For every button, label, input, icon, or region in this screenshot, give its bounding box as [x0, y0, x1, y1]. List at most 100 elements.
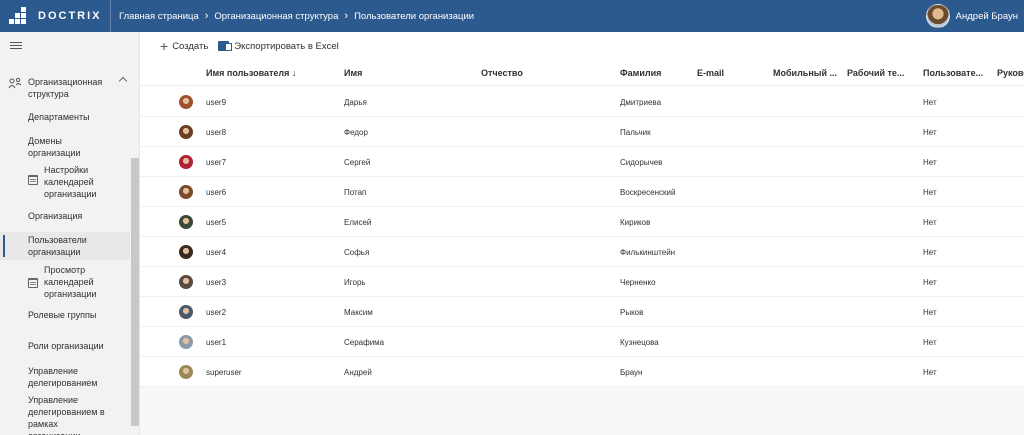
cell-user-flag: Нет [923, 188, 937, 197]
cell-username: user9 [206, 98, 227, 107]
cell-last-name: Кузнецова [620, 338, 659, 347]
cell-user-flag: Нет [923, 128, 937, 137]
breadcrumb-org-users: Пользователи организации [354, 10, 475, 22]
cell-user-flag: Нет [923, 158, 937, 167]
user-menu[interactable]: Андрей Браун [925, 4, 1018, 28]
cell-last-name: Кириков [620, 218, 651, 227]
hamburger-menu-icon[interactable] [10, 42, 22, 50]
sidebar-item-calendar-view[interactable]: Просмотр календарей организации [44, 264, 126, 300]
cell-first-name: Дарья [344, 98, 367, 107]
cell-user-flag: Нет [923, 98, 937, 107]
table-row[interactable]: user2 Максим Рыков Нет [140, 297, 1024, 327]
table-row[interactable]: user5 Елисей Кириков Нет [140, 207, 1024, 237]
column-header-user-flag[interactable]: Пользовате... [923, 68, 983, 78]
calendar-settings-icon [28, 175, 38, 185]
sidebar-item-delegation[interactable]: Управление делегированием [28, 365, 110, 389]
sidebar-group-org-structure[interactable]: Организационная структура [8, 76, 128, 100]
cell-username: user8 [206, 128, 227, 137]
cell-username: user7 [206, 158, 227, 167]
breadcrumb-home[interactable]: Главная страница [119, 11, 199, 22]
cell-username: user4 [206, 248, 227, 257]
cell-username: user2 [206, 308, 227, 317]
breadcrumb: Главная страница › Организационная струк… [111, 10, 474, 22]
sidebar-item-delegation-org[interactable]: Управление делегированием в рамках орган… [28, 394, 112, 435]
column-header-work-phone[interactable]: Рабочий те... [847, 68, 904, 78]
cell-username: superuser [206, 368, 242, 377]
column-header-username[interactable]: Имя пользователя ↓ [206, 68, 296, 78]
column-header-manager[interactable]: Руково [997, 68, 1024, 78]
cell-user-flag: Нет [923, 368, 937, 377]
sidebar-item-role-groups[interactable]: Ролевые группы [28, 309, 128, 321]
cell-first-name: Сергей [344, 158, 371, 167]
table-row[interactable]: user4 Софья Филькинштейн Нет [140, 237, 1024, 267]
avatar [179, 215, 193, 229]
sidebar-item-domains[interactable]: Домены организации [28, 135, 98, 159]
cell-first-name: Максим [344, 308, 373, 317]
table-row[interactable]: user9 Дарья Дмитриева Нет [140, 87, 1024, 117]
cell-first-name: Софья [344, 248, 370, 257]
column-header-middle-name[interactable]: Отчество [481, 68, 523, 78]
cell-last-name: Браун [620, 368, 643, 377]
table-row[interactable]: user8 Федор Пальчик Нет [140, 117, 1024, 147]
export-excel-button[interactable]: Экспортировать в Excel [218, 40, 339, 52]
cell-last-name: Пальчик [620, 128, 651, 137]
sidebar-scrollbar[interactable] [131, 158, 139, 426]
cell-username: user1 [206, 338, 227, 347]
cell-first-name: Федор [344, 128, 368, 137]
cell-last-name: Воскресенский [620, 188, 676, 197]
chevron-right-icon: › [204, 10, 209, 22]
cell-first-name: Потап [344, 188, 367, 197]
sidebar-item-departments[interactable]: Департаменты [28, 111, 128, 123]
active-item-indicator [3, 235, 5, 257]
avatar[interactable] [925, 4, 950, 28]
table-row[interactable]: user1 Серафима Кузнецова Нет [140, 327, 1024, 357]
logo-text: DOCTRIX [38, 10, 102, 22]
breadcrumb-org-structure[interactable]: Организационная структура [214, 11, 338, 22]
sidebar-item-organization[interactable]: Организация [28, 210, 128, 222]
table-row[interactable]: superuser Андрей Браун Нет [140, 357, 1024, 387]
cell-last-name: Филькинштейн [620, 248, 676, 257]
sidebar-item-calendar-settings[interactable]: Настройки календарей организации [44, 164, 126, 200]
plus-icon: + [160, 38, 169, 54]
cell-last-name: Черненко [620, 278, 656, 287]
command-bar: + Создать Экспортировать в Excel [140, 32, 1024, 60]
sidebar-item-org-users[interactable]: Пользователи организации [28, 234, 108, 258]
chevron-up-icon[interactable] [118, 76, 128, 86]
avatar [179, 275, 193, 289]
cell-user-flag: Нет [923, 338, 937, 347]
top-bar: DOCTRIX Главная страница › Организационн… [0, 0, 1024, 32]
cell-last-name: Рыков [620, 308, 644, 317]
table-header: Имя пользователя ↓ Имя Отчество Фамилия … [140, 60, 1024, 86]
avatar [179, 185, 193, 199]
cell-user-flag: Нет [923, 278, 937, 287]
cell-username: user5 [206, 218, 227, 227]
cell-first-name: Андрей [344, 368, 372, 377]
cell-first-name: Игорь [344, 278, 366, 287]
calendar-view-icon [28, 278, 38, 288]
logo[interactable]: DOCTRIX [0, 0, 111, 32]
column-header-email[interactable]: E-mail [697, 68, 724, 78]
avatar [179, 305, 193, 319]
create-button[interactable]: + Создать [160, 39, 208, 53]
avatar [179, 245, 193, 259]
cell-user-flag: Нет [923, 218, 937, 227]
table-row[interactable]: user3 Игорь Черненко Нет [140, 267, 1024, 297]
avatar [179, 335, 193, 349]
user-name[interactable]: Андрей Браун [956, 11, 1018, 22]
table-row[interactable]: user6 Потап Воскресенский Нет [140, 177, 1024, 207]
avatar [179, 155, 193, 169]
sidebar-item-org-roles[interactable]: Роли организации [28, 340, 128, 352]
cell-username: user3 [206, 278, 227, 287]
table-row[interactable]: user7 Сергей Сидорычев Нет [140, 147, 1024, 177]
column-header-last-name[interactable]: Фамилия [620, 68, 661, 78]
cell-last-name: Дмитриева [620, 98, 662, 107]
avatar [179, 365, 193, 379]
avatar [179, 95, 193, 109]
cell-last-name: Сидорычев [620, 158, 663, 167]
org-structure-icon [8, 77, 22, 89]
logo-mark-icon [9, 7, 33, 25]
column-header-mobile[interactable]: Мобильный ... [773, 68, 837, 78]
column-header-first-name[interactable]: Имя [344, 68, 362, 78]
export-button-label: Экспортировать в Excel [234, 40, 339, 52]
sidebar-group-label: Организационная структура [28, 77, 103, 99]
